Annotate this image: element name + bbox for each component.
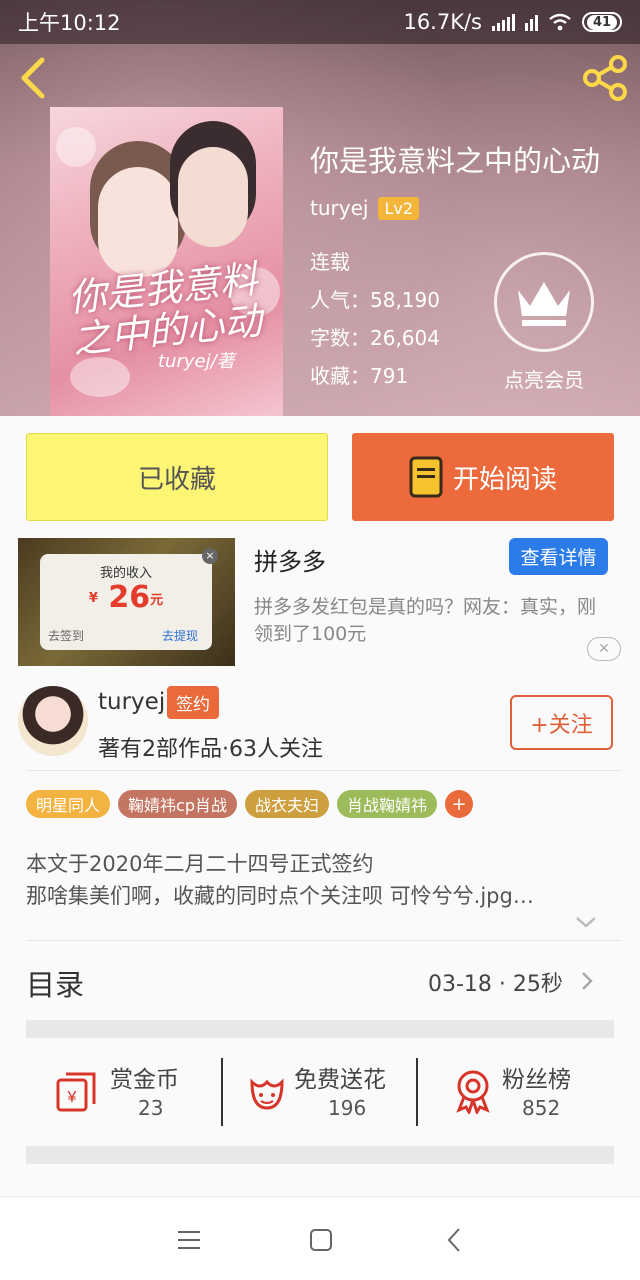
reward-coin-stat[interactable]: ¥ 赏金币 23: [54, 1058, 204, 1128]
nav-back-icon[interactable]: [440, 1225, 470, 1255]
collected-button[interactable]: 已收藏: [26, 433, 328, 521]
expand-chevron-icon[interactable]: [574, 914, 598, 930]
ad-description[interactable]: 拼多多发红包是真的吗？网友：真实，刚领到了100元: [254, 594, 604, 648]
book-word-count: 字数：26,604: [310, 326, 440, 350]
ad-detail-button[interactable]: 查看详情: [509, 538, 608, 575]
divider: [26, 770, 622, 771]
ad-title[interactable]: 拼多多: [254, 542, 326, 577]
divider: [26, 940, 622, 941]
book-author[interactable]: turyej: [310, 196, 368, 220]
start-reading-button[interactable]: 开始阅读: [352, 433, 614, 521]
add-tag-icon[interactable]: +: [445, 790, 474, 818]
cover-boy-illustration: [178, 147, 248, 247]
cover-title: 你是我意料之中的心动: [66, 256, 265, 363]
medal-icon: [456, 1070, 490, 1114]
author-avatar[interactable]: [18, 686, 88, 756]
network-speed: 16.7K/s: [403, 10, 482, 34]
book-icon: [409, 456, 443, 498]
fan-ranking-stat[interactable]: 粉丝榜 852: [450, 1058, 600, 1128]
flower-icon: [250, 1078, 284, 1110]
vip-crown-button[interactable]: [494, 252, 594, 352]
tag-item[interactable]: 肖战鞠婧祎: [337, 790, 438, 818]
status-time: 上午10:12: [18, 11, 121, 35]
book-popularity: 人气：58,190: [310, 288, 440, 312]
crown-icon: [518, 282, 570, 326]
cover-author: turyej/著: [158, 351, 235, 372]
tag-item[interactable]: 明星同人: [26, 790, 111, 818]
level-badge: Lv2: [378, 196, 419, 220]
author-name[interactable]: turyej: [98, 689, 165, 715]
book-header: 上午10:12 16.7K/s 41 你是我意料之中的心动 turyej/著 你…: [0, 0, 640, 416]
signal-icon: [492, 13, 515, 31]
stat-separator: [416, 1058, 418, 1126]
tag-item[interactable]: 战衣夫妇: [244, 790, 329, 818]
signal-hd-icon: [525, 13, 538, 31]
book-author-line: turyej Lv2: [310, 196, 419, 220]
svg-text:¥: ¥: [67, 1089, 77, 1106]
free-flower-stat[interactable]: 免费送花 196: [244, 1058, 414, 1128]
ad-close-icon[interactable]: ✕: [587, 637, 621, 661]
section-separator: [26, 1146, 614, 1164]
intro-line-1: 本文于2020年二月二十四号正式签约: [26, 852, 374, 876]
book-favorites: 收藏：791: [310, 364, 409, 388]
wifi-icon: [549, 13, 571, 31]
signed-badge: 签约: [167, 686, 219, 719]
ad-image[interactable]: 我的收入 ¥ 26元 去签到 去提现 ×: [18, 538, 235, 666]
toc-updated[interactable]: 03-18 · 25秒: [428, 966, 563, 998]
battery-icon: 41: [582, 12, 622, 32]
system-nav-bar: [0, 1196, 640, 1280]
reward-coin-icon: ¥: [56, 1072, 96, 1112]
stat-separator: [221, 1058, 223, 1126]
home-icon[interactable]: [306, 1225, 336, 1255]
status-bar: 上午10:12 16.7K/s 41: [0, 0, 640, 44]
share-icon[interactable]: [580, 54, 630, 102]
toc-title[interactable]: 目录: [26, 962, 84, 1004]
cover-girl-illustration: [98, 167, 178, 277]
author-stats: 著有2部作品·63人关注: [98, 737, 323, 762]
chevron-right-icon[interactable]: [580, 970, 594, 992]
book-cover[interactable]: 你是我意料之中的心动 turyej/著: [50, 107, 283, 416]
tag-item[interactable]: 鞠婧祎cp肖战: [118, 790, 237, 818]
menu-icon[interactable]: [174, 1225, 204, 1255]
book-title: 你是我意料之中的心动: [310, 144, 601, 178]
follow-button[interactable]: +关注: [510, 695, 613, 750]
vip-label[interactable]: 点亮会员: [484, 364, 604, 393]
tag-list: 明星同人 鞠婧祎cp肖战 战衣夫妇 肖战鞠婧祎 +: [26, 790, 474, 818]
back-arrow-icon[interactable]: [14, 56, 54, 100]
ad-card-close-icon: ×: [202, 548, 218, 564]
book-status: 连载: [310, 250, 350, 274]
intro-line-2: 那啥集美们啊，收藏的同时点个关注呗 可怜兮兮.jpg…: [26, 884, 534, 908]
section-separator: [26, 1020, 614, 1038]
